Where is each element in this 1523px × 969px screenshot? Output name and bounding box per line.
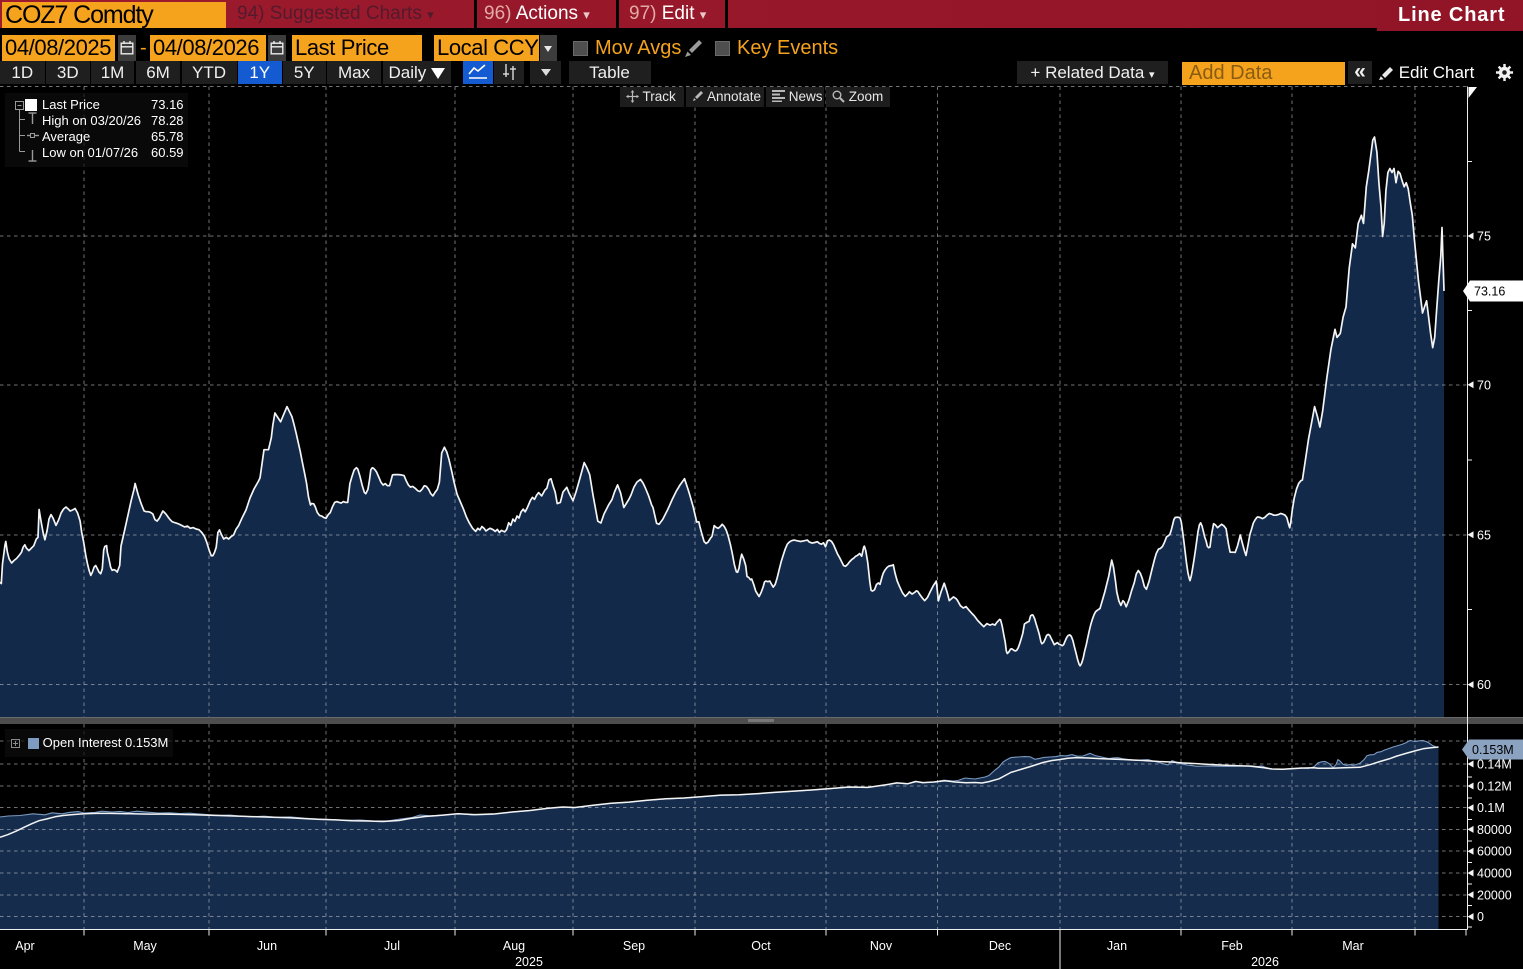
svg-text:80000: 80000 <box>1477 823 1512 837</box>
svg-text:Nov: Nov <box>870 939 893 953</box>
svg-text:Mar: Mar <box>1342 939 1364 953</box>
svg-text:0: 0 <box>1477 910 1484 924</box>
svg-text:Apr: Apr <box>15 939 34 953</box>
svg-text:0.12M: 0.12M <box>1477 780 1512 794</box>
svg-text:Aug: Aug <box>503 939 525 953</box>
svg-text:Dec: Dec <box>989 939 1011 953</box>
svg-text:Oct: Oct <box>751 939 771 953</box>
svg-text:2026: 2026 <box>1251 955 1279 969</box>
svg-text:75: 75 <box>1477 230 1491 244</box>
svg-text:2025: 2025 <box>515 955 543 969</box>
svg-text:70: 70 <box>1477 378 1491 392</box>
svg-text:Sep: Sep <box>623 939 645 953</box>
svg-text:20000: 20000 <box>1477 888 1512 902</box>
svg-text:0.14M: 0.14M <box>1477 758 1512 772</box>
svg-text:0.153M: 0.153M <box>1472 743 1514 757</box>
svg-text:65: 65 <box>1477 528 1491 542</box>
svg-text:Jun: Jun <box>257 939 277 953</box>
svg-text:40000: 40000 <box>1477 867 1512 881</box>
svg-text:60000: 60000 <box>1477 845 1512 859</box>
svg-text:60: 60 <box>1477 678 1491 692</box>
svg-text:Jul: Jul <box>384 939 400 953</box>
svg-text:73.16: 73.16 <box>1474 285 1505 299</box>
svg-text:0.1M: 0.1M <box>1477 801 1505 815</box>
svg-text:May: May <box>133 939 157 953</box>
svg-text:Feb: Feb <box>1221 939 1243 953</box>
svg-text:Jan: Jan <box>1107 939 1127 953</box>
